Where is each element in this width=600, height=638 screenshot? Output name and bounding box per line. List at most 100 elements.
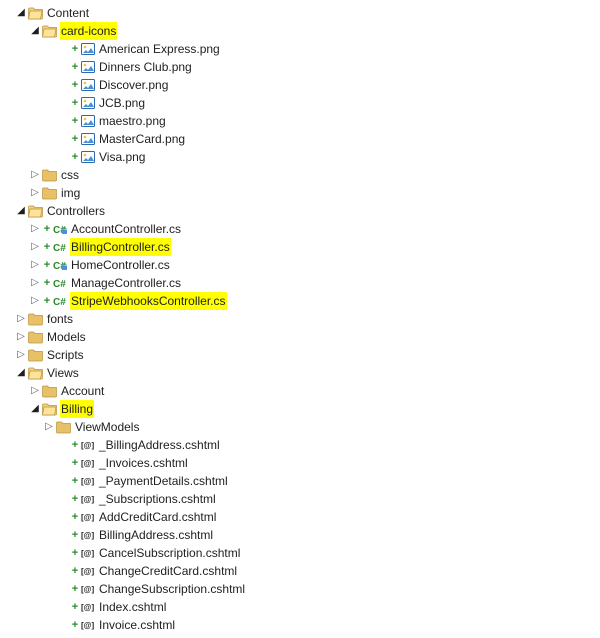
add-overlay-icon: + (70, 616, 80, 634)
file-cshtml-label: _PaymentDetails.cshtml (98, 472, 229, 490)
file-billing-controller[interactable]: ▷+ C# BillingController.cs (0, 238, 600, 256)
chevron-down-icon[interactable]: ◢ (14, 4, 28, 22)
svg-text:[@]: [@] (81, 495, 94, 504)
folder-views-account[interactable]: ▷ Account (0, 382, 600, 400)
add-overlay-icon: + (70, 598, 80, 616)
file-image[interactable]: + JCB.png (0, 94, 600, 112)
file-cshtml[interactable]: + [@] AddCreditCard.cshtml (0, 508, 600, 526)
image-file-icon (80, 131, 96, 147)
folder-open-icon (28, 5, 44, 21)
svg-text:[@]: [@] (81, 477, 94, 486)
cshtml-file-icon: [@] (80, 491, 96, 507)
folder-img[interactable]: ▷ img (0, 184, 600, 202)
file-image-label: Visa.png (98, 148, 146, 166)
folder-img-label: img (60, 184, 81, 202)
folder-css[interactable]: ▷ css (0, 166, 600, 184)
file-cshtml-label: _Invoices.cshtml (98, 454, 189, 472)
chevron-right-icon[interactable]: ▷ (28, 220, 42, 238)
add-overlay-icon: + (42, 256, 52, 274)
cshtml-file-icon: [@] (80, 599, 96, 615)
file-image[interactable]: + Discover.png (0, 76, 600, 94)
file-image[interactable]: + American Express.png (0, 40, 600, 58)
file-image[interactable]: + Dinners Club.png (0, 58, 600, 76)
chevron-down-icon[interactable]: ◢ (14, 364, 28, 382)
image-file-icon (80, 59, 96, 75)
chevron-right-icon[interactable]: ▷ (14, 310, 28, 328)
chevron-right-icon[interactable]: ▷ (28, 238, 42, 256)
file-cshtml[interactable]: + [@] _Subscriptions.cshtml (0, 490, 600, 508)
file-cshtml[interactable]: + [@] CancelSubscription.cshtml (0, 544, 600, 562)
folder-views-billing[interactable]: ◢ Billing (0, 400, 600, 418)
folder-content-label: Content (46, 4, 90, 22)
image-file-icon (80, 113, 96, 129)
add-overlay-icon: + (70, 148, 80, 166)
add-overlay-icon: + (70, 562, 80, 580)
file-cshtml[interactable]: + [@] _PaymentDetails.cshtml (0, 472, 600, 490)
file-cshtml[interactable]: + [@] ChangeSubscription.cshtml (0, 580, 600, 598)
chevron-right-icon[interactable]: ▷ (28, 382, 42, 400)
chevron-down-icon[interactable]: ◢ (28, 22, 42, 40)
svg-text:[@]: [@] (81, 513, 94, 522)
folder-fonts-label: fonts (46, 310, 74, 328)
cshtml-file-icon: [@] (80, 545, 96, 561)
file-stripe-webhooks-controller[interactable]: ▷+ C# StripeWebhooksController.cs (0, 292, 600, 310)
chevron-right-icon[interactable]: ▷ (14, 346, 28, 364)
file-manage-controller[interactable]: ▷+ C# ManageController.cs (0, 274, 600, 292)
folder-open-icon (28, 365, 44, 381)
chevron-down-icon[interactable]: ◢ (28, 400, 42, 418)
file-cshtml[interactable]: + [@] _Invoices.cshtml (0, 454, 600, 472)
chevron-right-icon[interactable]: ▷ (28, 256, 42, 274)
file-image[interactable]: + MasterCard.png (0, 130, 600, 148)
folder-icon (42, 185, 58, 201)
add-overlay-icon: + (70, 508, 80, 526)
file-image[interactable]: + Visa.png (0, 148, 600, 166)
csharp-file-icon: C# (52, 293, 68, 309)
file-cshtml-label: AddCreditCard.cshtml (98, 508, 217, 526)
folder-models[interactable]: ▷ Models (0, 328, 600, 346)
chevron-right-icon[interactable]: ▷ (28, 274, 42, 292)
add-overlay-icon: + (70, 490, 80, 508)
file-cshtml-label: Index.cshtml (98, 598, 167, 616)
cshtml-file-icon: [@] (80, 509, 96, 525)
add-overlay-icon: + (42, 238, 52, 256)
file-cshtml[interactable]: + [@] Invoice.cshtml (0, 616, 600, 634)
file-cshtml[interactable]: + [@] _BillingAddress.cshtml (0, 436, 600, 454)
file-image-label: JCB.png (98, 94, 146, 112)
chevron-right-icon[interactable]: ▷ (42, 418, 56, 436)
chevron-right-icon[interactable]: ▷ (28, 292, 42, 310)
file-cshtml[interactable]: + [@] ChangeCreditCard.cshtml (0, 562, 600, 580)
folder-controllers-label: Controllers (46, 202, 106, 220)
file-account-controller-label: AccountController.cs (70, 220, 182, 238)
add-overlay-icon: + (70, 526, 80, 544)
folder-viewmodels[interactable]: ▷ ViewModels (0, 418, 600, 436)
folder-views-billing-label: Billing (60, 400, 94, 418)
folder-views[interactable]: ◢ Views (0, 364, 600, 382)
svg-text:[@]: [@] (81, 549, 94, 558)
file-stripe-webhooks-controller-label: StripeWebhooksController.cs (70, 292, 227, 310)
image-file-icon (80, 77, 96, 93)
add-overlay-icon: + (70, 58, 80, 76)
chevron-down-icon[interactable]: ◢ (14, 202, 28, 220)
folder-icon (56, 419, 72, 435)
file-cshtml-label: _BillingAddress.cshtml (98, 436, 221, 454)
folder-controllers[interactable]: ◢ Controllers (0, 202, 600, 220)
file-cshtml[interactable]: + [@] BillingAddress.cshtml (0, 526, 600, 544)
file-home-controller[interactable]: ▷+ C# HomeController.cs (0, 256, 600, 274)
folder-content[interactable]: ◢ Content (0, 4, 600, 22)
chevron-right-icon[interactable]: ▷ (28, 184, 42, 202)
chevron-right-icon[interactable]: ▷ (28, 166, 42, 184)
file-account-controller[interactable]: ▷+ C# AccountController.cs (0, 220, 600, 238)
svg-text:C#: C# (53, 297, 66, 308)
image-file-icon (80, 41, 96, 57)
add-overlay-icon: + (70, 472, 80, 490)
folder-scripts[interactable]: ▷ Scripts (0, 346, 600, 364)
file-cshtml-label: ChangeCreditCard.cshtml (98, 562, 238, 580)
csharp-file-icon: C# (52, 257, 68, 273)
folder-card-icons[interactable]: ◢ card-icons (0, 22, 600, 40)
folder-fonts[interactable]: ▷ fonts (0, 310, 600, 328)
add-overlay-icon: + (42, 220, 52, 238)
cshtml-file-icon: [@] (80, 455, 96, 471)
file-image[interactable]: + maestro.png (0, 112, 600, 130)
chevron-right-icon[interactable]: ▷ (14, 328, 28, 346)
file-cshtml[interactable]: + [@] Index.cshtml (0, 598, 600, 616)
